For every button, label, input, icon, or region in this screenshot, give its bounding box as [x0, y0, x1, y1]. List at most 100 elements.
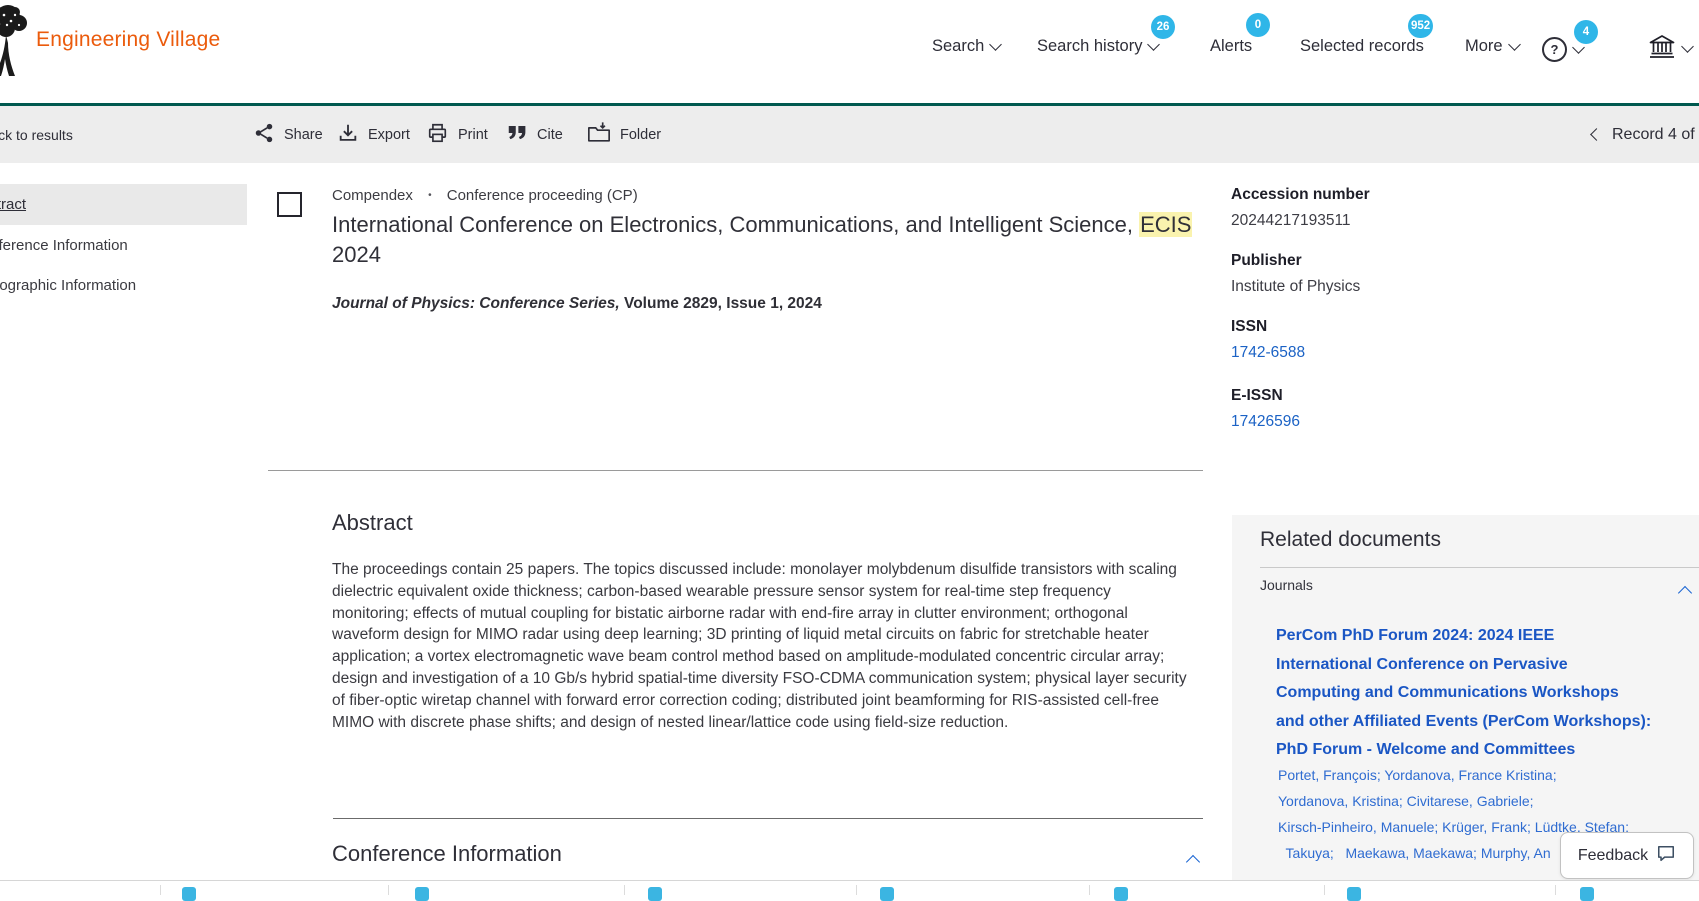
sidebar-item-abstract[interactable]: Abstract	[0, 184, 247, 225]
title-highlighted-term: ECIS	[1139, 212, 1192, 237]
section-divider	[333, 818, 1203, 819]
section-divider	[268, 470, 1203, 471]
database-name: Compendex	[332, 187, 413, 204]
issn-link[interactable]: 1742-6588	[1231, 344, 1305, 361]
institution-menu[interactable]	[1648, 33, 1692, 65]
card-icon[interactable]	[1580, 887, 1594, 901]
download-icon	[337, 122, 359, 148]
card-icon[interactable]	[880, 887, 894, 901]
journal-volume-issue: Volume 2829, Issue 1, 2024	[620, 295, 822, 312]
folder-add-icon	[587, 121, 611, 148]
cite-label: Cite	[537, 127, 563, 143]
folder-label: Folder	[620, 127, 661, 143]
related-document-link[interactable]: PerCom PhD Forum 2024: 2024 IEEE Interna…	[1276, 622, 1651, 765]
related-link-line: PerCom PhD Forum 2024: 2024 IEEE	[1276, 622, 1651, 651]
panel-divider	[1260, 567, 1699, 568]
eissn-link[interactable]: 17426596	[1231, 413, 1300, 430]
back-to-results-label: Back to results	[0, 127, 73, 143]
chevron-down-icon	[1681, 40, 1694, 53]
record-source-line: Compendex • Conference proceeding (CP)	[332, 187, 638, 204]
nav-more[interactable]: More	[1465, 37, 1519, 56]
abstract-heading: Abstract	[332, 510, 413, 536]
brand-title: Engineering Village	[36, 28, 220, 52]
related-link-line: and other Affiliated Events (PerCom Work…	[1276, 708, 1651, 737]
share-button[interactable]: Share	[253, 106, 323, 163]
related-link-line: Computing and Communications Workshops	[1276, 679, 1651, 708]
nav-selected-records[interactable]: Selected records	[1300, 37, 1424, 56]
alerts-count-badge: 0	[1246, 13, 1270, 37]
related-link-line: International Conference on Pervasive	[1276, 651, 1651, 680]
issn-label: ISSN	[1231, 318, 1531, 336]
conference-information-heading: Conference Information	[332, 841, 562, 867]
selected-records-count-badge: 952	[1408, 14, 1433, 38]
journal-citation-line: Journal of Physics: Conference Series, V…	[332, 295, 822, 313]
bottom-cards-strip	[0, 880, 1699, 895]
nav-more-label: More	[1465, 37, 1503, 56]
share-icon	[253, 122, 275, 148]
nav-search[interactable]: Search	[932, 37, 1000, 56]
chevron-down-icon	[989, 38, 1002, 51]
accession-number-label: Accession number	[1231, 186, 1531, 204]
back-to-results-link[interactable]: Back to results	[0, 106, 73, 163]
app-header: Engineering Village Search Search histor…	[0, 0, 1699, 103]
record-title: International Conference on Electronics,…	[332, 210, 1212, 270]
author-links-line[interactable]: Yordanova, Kristina; Civitarese, Gabriel…	[1278, 788, 1629, 814]
nav-search-history-label: Search history	[1037, 37, 1142, 56]
share-label: Share	[284, 127, 323, 143]
related-link-line: PhD Forum - Welcome and Committees	[1276, 736, 1651, 765]
feedback-button[interactable]: Feedback	[1560, 832, 1694, 879]
sidebar-item-conference-information-label: Conference Information	[0, 237, 128, 254]
record-select-checkbox[interactable]	[277, 192, 302, 217]
publisher-block: Publisher Institute of Physics	[1231, 252, 1531, 296]
chevron-down-icon	[1508, 38, 1521, 51]
publisher-value: Institute of Physics	[1231, 278, 1531, 296]
chevron-up-icon	[1678, 586, 1692, 600]
accession-number-block: Accession number 20244217193511	[1231, 186, 1531, 230]
elsevier-tree-logo-icon	[0, 2, 30, 91]
nav-alerts[interactable]: Alerts	[1210, 37, 1252, 56]
help-count-badge: 4	[1574, 20, 1598, 44]
card-icon[interactable]	[1114, 887, 1128, 901]
publisher-label: Publisher	[1231, 252, 1531, 270]
record-pagination[interactable]: Record 4 of	[1592, 106, 1695, 163]
print-label: Print	[458, 127, 488, 143]
search-history-count-badge: 26	[1151, 15, 1175, 39]
sidebar-item-bibliographic-information-label: Bibliographic Information	[0, 277, 136, 294]
card-icon[interactable]	[1347, 887, 1361, 901]
chevron-left-icon	[1590, 128, 1603, 141]
print-button[interactable]: Print	[426, 106, 488, 163]
cite-button[interactable]: Cite	[507, 106, 563, 163]
title-text: International Conference on Electronics,…	[332, 212, 1139, 237]
record-pagination-label: Record 4 of	[1612, 126, 1695, 144]
sidebar-item-conference-information[interactable]: Conference Information	[0, 237, 247, 254]
card-icon[interactable]	[415, 887, 429, 901]
card-icon[interactable]	[648, 887, 662, 901]
journal-name: Journal of Physics: Conference Series,	[332, 295, 620, 312]
export-button[interactable]: Export	[337, 106, 410, 163]
folder-button[interactable]: Folder	[587, 106, 661, 163]
eissn-label: E-ISSN	[1231, 387, 1531, 405]
eissn-block: E-ISSN 17426596	[1231, 387, 1531, 431]
sidebar-item-bibliographic-information[interactable]: Bibliographic Information	[0, 277, 247, 294]
document-type: Conference proceeding (CP)	[447, 187, 638, 204]
help-icon: ?	[1542, 37, 1567, 62]
author-links-line[interactable]: Portet, François; Yordanova, France Kris…	[1278, 762, 1629, 788]
card-icon[interactable]	[182, 887, 196, 901]
separator-dot: •	[428, 190, 432, 201]
accession-number-value: 20244217193511	[1231, 212, 1531, 230]
institution-bank-icon	[1648, 33, 1676, 65]
chevron-up-icon	[1186, 855, 1200, 869]
issn-block: ISSN 1742-6588	[1231, 318, 1531, 362]
collapse-section-control[interactable]	[1188, 852, 1198, 872]
record-toolbar: Back to results Share Export Print	[0, 106, 1699, 163]
chevron-down-icon	[1148, 38, 1161, 51]
collapse-journals-control[interactable]	[1680, 583, 1690, 603]
quote-icon	[507, 124, 528, 146]
nav-search-history[interactable]: Search history	[1037, 37, 1158, 56]
nav-alerts-label: Alerts	[1210, 37, 1252, 56]
related-documents-heading: Related documents	[1260, 528, 1441, 552]
abstract-text: The proceedings contain 25 papers. The t…	[332, 559, 1190, 733]
feedback-label: Feedback	[1578, 847, 1648, 865]
title-text-suffix: 2024	[332, 242, 381, 267]
related-journals-group[interactable]: Journals	[1260, 577, 1690, 593]
